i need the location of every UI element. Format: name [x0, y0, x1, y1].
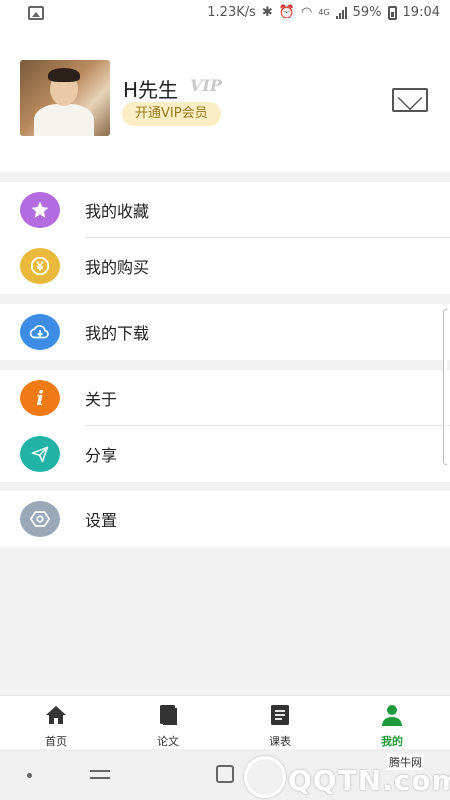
watermark-text: QQTN.com [288, 764, 450, 797]
tab-label: 论文 [157, 735, 179, 748]
menu-item-label: 我的购买 [85, 258, 150, 277]
menu-item-favorites[interactable]: 我的收藏 [0, 182, 450, 238]
tab-label: 我的 [381, 735, 403, 748]
avatar-hair [48, 68, 80, 82]
list-icon [271, 705, 289, 725]
paper-plane-icon [20, 436, 60, 472]
yen-coin-icon [20, 248, 60, 284]
star-icon [20, 192, 60, 228]
user-icon [382, 705, 402, 726]
clock: 19:04 [402, 5, 440, 20]
menu-item-downloads[interactable]: 我的下载 [0, 304, 450, 360]
mail-icon[interactable] [392, 88, 428, 112]
profile-header: H先生 VIP 开通VIP会员 [0, 28, 450, 172]
edge-panel-handle[interactable] [443, 309, 447, 465]
site-watermark: QQTN.com 腾牛网 [238, 754, 450, 800]
menu-group-downloads: 我的下载 [0, 304, 450, 360]
vip-icon: VIP [190, 76, 222, 95]
menu-item-about[interactable]: i 关于 [0, 370, 450, 426]
tab-mine[interactable]: 我的 [336, 696, 448, 750]
avatar[interactable] [20, 60, 110, 136]
info-icon: i [20, 380, 60, 416]
status-right: 1.23K/s ✱ ⏰ ◠ 4G 59% 19:04 [207, 5, 440, 20]
battery-icon [387, 5, 397, 20]
signal-icon [335, 6, 347, 19]
vip-badge[interactable]: 开通VIP会员 [122, 102, 221, 126]
tab-label: 课表 [269, 735, 291, 748]
network-type: 4G [318, 8, 330, 17]
nav-dot-icon[interactable] [27, 773, 32, 778]
gallery-notification-icon [28, 6, 44, 20]
menu-item-label: 关于 [85, 390, 118, 409]
tab-label: 首页 [45, 735, 67, 748]
menu-group-personal: 我的收藏 我的购买 [0, 182, 450, 294]
menu-item-label: 我的收藏 [85, 202, 150, 221]
menu-item-settings[interactable]: 设置 [0, 491, 450, 547]
status-bar: 1.23K/s ✱ ⏰ ◠ 4G 59% 19:04 [0, 0, 450, 28]
book-icon [160, 705, 177, 725]
menu-item-label: 我的下载 [85, 324, 150, 343]
alarm-icon: ⏰ [278, 5, 295, 20]
home-button-icon[interactable] [216, 765, 234, 783]
menu-item-purchases[interactable]: 我的购买 [0, 238, 450, 294]
menu-group-settings: 设置 [0, 491, 450, 547]
recent-apps-icon[interactable] [90, 766, 110, 782]
menu-item-label: 分享 [85, 446, 118, 465]
wifi-icon: ◠ [300, 5, 313, 20]
home-icon [46, 706, 66, 724]
watermark-subtitle: 腾牛网 [387, 754, 424, 770]
bluetooth-icon: ✱ [261, 5, 273, 20]
network-speed: 1.23K/s [207, 5, 256, 20]
gear-icon [20, 501, 60, 537]
menu-item-label: 设置 [85, 511, 118, 530]
watermark-logo-icon [244, 756, 286, 798]
menu-item-share[interactable]: 分享 [0, 426, 450, 482]
bottom-tab-bar: 首页 论文 课表 我的 [0, 695, 450, 749]
username: H先生 [123, 78, 179, 102]
menu-group-info: i 关于 分享 [0, 370, 450, 482]
avatar-shirt [34, 104, 94, 136]
tab-home[interactable]: 首页 [0, 696, 112, 750]
battery-percent: 59% [352, 5, 382, 20]
cloud-download-icon [20, 314, 60, 350]
tab-papers[interactable]: 论文 [112, 696, 224, 750]
tab-schedule[interactable]: 课表 [224, 696, 336, 750]
